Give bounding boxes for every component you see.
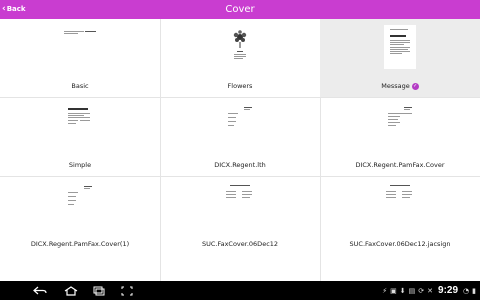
cover-label: SUC.FaxCover.06Dec12.jacsign (349, 240, 451, 248)
home-nav-icon[interactable] (62, 281, 80, 300)
cover-item-flowers[interactable]: Flowers (160, 19, 320, 97)
system-navigation-bar: ⚡ ▣ ⬇ ▤ ⟳ ✕ 9:29 ◔ ▮ (0, 281, 480, 300)
page-title: Cover (225, 4, 255, 15)
usb-icon: ⚡ (382, 286, 388, 295)
cover-thumbnail (64, 25, 96, 69)
flower-illustration-icon (233, 30, 247, 59)
cover-label: SUC.FaxCover.06Dec12 (201, 240, 279, 248)
cover-grid: Basic Flowers Message ✓ Simple DICX.Rege… (0, 19, 480, 281)
cover-label: Basic (71, 82, 89, 90)
cover-label: Message ✓ (320, 82, 480, 90)
header-bar: ‹ Back Cover (0, 0, 480, 19)
cover-thumbnail (224, 25, 256, 69)
sync-icon: ⟳ (418, 286, 425, 295)
download-icon: ⬇ (399, 286, 406, 295)
cover-thumbnail (384, 25, 416, 69)
cover-label: Flowers (227, 82, 253, 90)
cover-item-basic[interactable]: Basic (0, 19, 160, 97)
cover-label: DICX.Regent.lth (214, 161, 266, 169)
cover-item-dicx-regent-lth[interactable]: DICX.Regent.lth (160, 97, 320, 176)
cover-label: DICX.Regent.PamFax.Cover(1) (30, 240, 130, 248)
cover-item-message[interactable]: Message ✓ (320, 19, 480, 97)
cover-item-suc-faxcover-06dec12-jacsign[interactable]: SUC.FaxCover.06Dec12.jacsign (320, 176, 480, 281)
status-area: ⚡ ▣ ⬇ ▤ ⟳ ✕ 9:29 ◔ ▮ (382, 281, 476, 300)
screenshot-icon: ▣ (390, 286, 397, 295)
cover-item-dicx-regent-pamfax-cover[interactable]: DICX.Regent.PamFax.Cover (320, 97, 480, 176)
clock: 9:29 (438, 285, 459, 296)
cover-label-text: Message (381, 82, 410, 90)
app-window: ‹ Back Cover Basic Flowers Message ✓ Sim… (0, 0, 480, 300)
cover-thumbnail (224, 182, 256, 226)
cover-item-dicx-regent-pamfax-cover-1[interactable]: DICX.Regent.PamFax.Cover(1) (0, 176, 160, 281)
screenshot-capture-icon[interactable] (120, 281, 134, 300)
chevron-left-icon: ‹ (2, 4, 6, 14)
mute-icon: ✕ (427, 286, 434, 295)
wifi-icon: ◔ (463, 286, 470, 295)
back-nav-icon[interactable] (30, 281, 50, 300)
recent-apps-icon[interactable] (92, 281, 106, 300)
cover-label: Simple (68, 161, 92, 169)
battery-icon: ▮ (472, 286, 476, 295)
cover-thumbnail (224, 103, 256, 147)
cover-thumbnail (64, 103, 96, 147)
checkmark-icon: ✓ (411, 82, 419, 90)
notification-icon: ▤ (408, 286, 416, 295)
cover-thumbnail (384, 182, 416, 226)
back-button[interactable]: ‹ Back (2, 0, 26, 19)
cover-item-simple[interactable]: Simple (0, 97, 160, 176)
back-label: Back (6, 5, 26, 13)
cover-thumbnail (64, 182, 96, 226)
cover-thumbnail (384, 103, 416, 147)
cover-item-suc-faxcover-06dec12[interactable]: SUC.FaxCover.06Dec12 (160, 176, 320, 281)
cover-label: DICX.Regent.PamFax.Cover (355, 161, 445, 169)
